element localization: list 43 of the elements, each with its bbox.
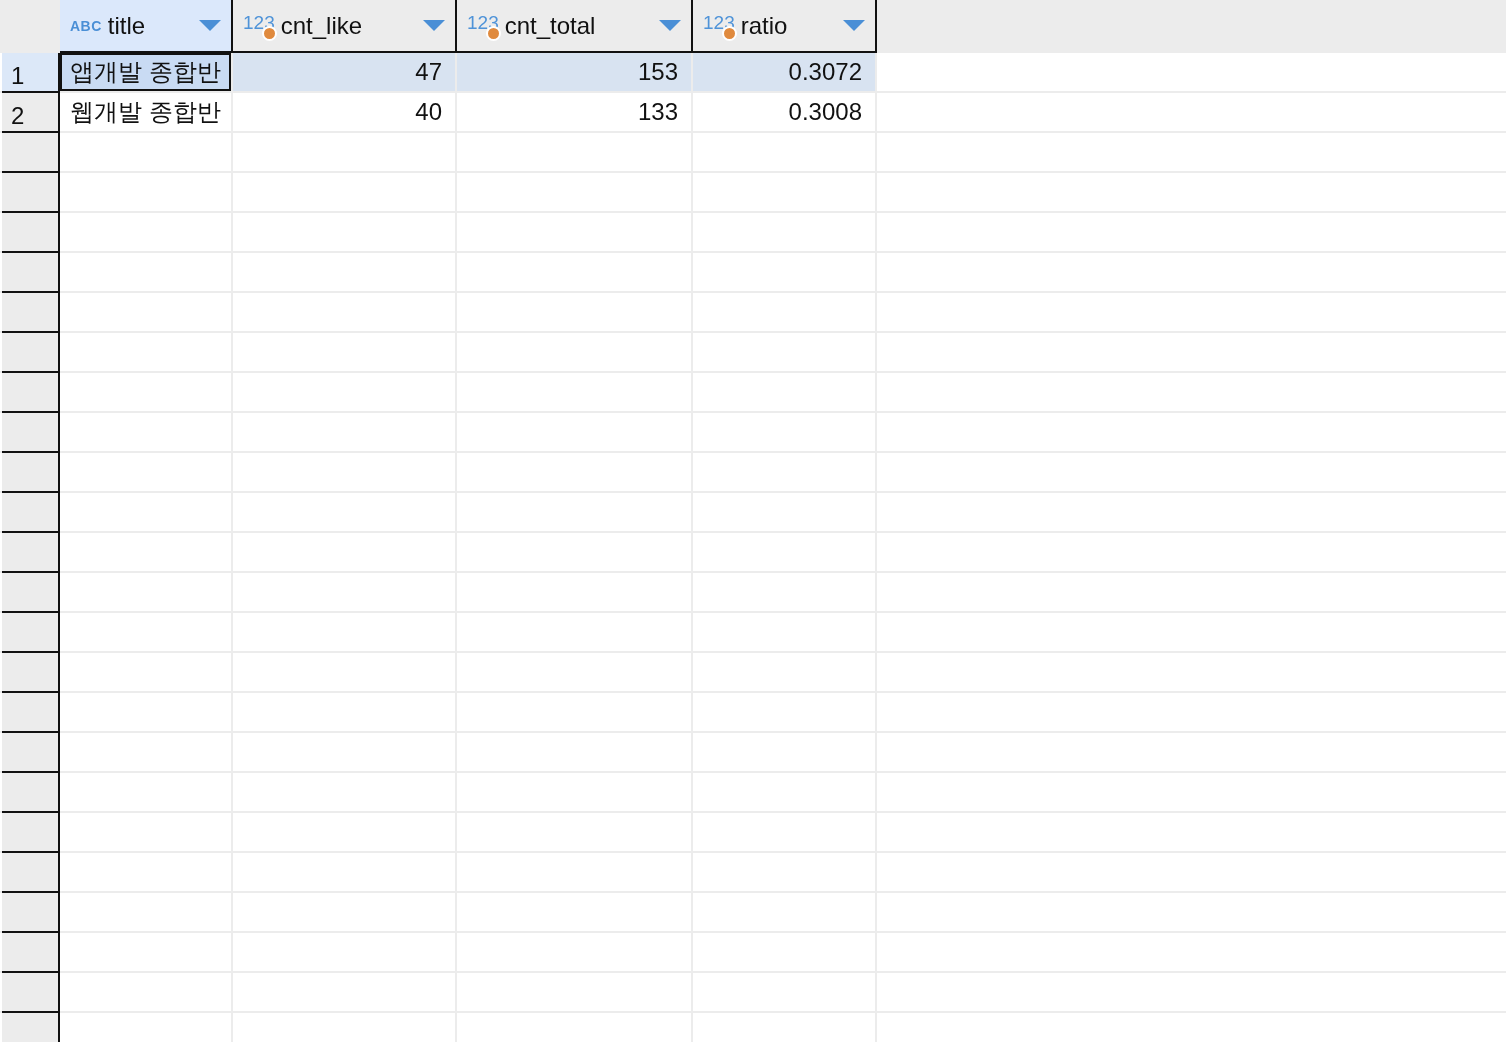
row-header	[2, 973, 60, 1013]
row-header[interactable]: 2	[2, 93, 60, 133]
caret-icon[interactable]	[659, 20, 681, 31]
row-header	[2, 573, 60, 613]
row-header	[2, 133, 60, 173]
row-header[interactable]: 1	[2, 53, 60, 93]
row-header	[2, 693, 60, 733]
row-header	[2, 733, 60, 773]
type-label: ABC	[70, 18, 102, 33]
row-header	[2, 533, 60, 573]
row-header	[2, 813, 60, 853]
row-header	[2, 853, 60, 893]
table-cell[interactable]: 앱개발 종합반	[60, 53, 233, 93]
table-cell[interactable]: 0.3008	[693, 93, 877, 133]
table-cell[interactable]: 웹개발 종합반	[60, 93, 233, 133]
row-header	[2, 253, 60, 293]
table-cell[interactable]: 40	[233, 93, 457, 133]
row-header	[2, 413, 60, 453]
row-header	[2, 453, 60, 493]
table-cell[interactable]: 47	[233, 53, 457, 93]
row-header	[2, 333, 60, 373]
caret-icon[interactable]	[423, 20, 445, 31]
column-header[interactable]: ABC title	[60, 0, 233, 53]
row-header	[2, 773, 60, 813]
table-cell[interactable]: 133	[457, 93, 693, 133]
column-title: title	[107, 11, 146, 40]
row-header	[2, 213, 60, 253]
row-header	[2, 933, 60, 973]
table-cell[interactable]: 153	[457, 53, 693, 93]
row-header	[2, 293, 60, 333]
row-header	[2, 893, 60, 933]
column-title: cnt_total	[504, 11, 596, 40]
row-header	[2, 653, 60, 693]
row-header	[2, 1013, 60, 1042]
table-cell[interactable]: 0.3072	[693, 53, 877, 93]
row-header	[2, 373, 60, 413]
column-title: cnt_like	[280, 11, 363, 40]
row-header	[2, 173, 60, 213]
caret-icon[interactable]	[199, 20, 221, 31]
column-title: ratio	[740, 11, 788, 40]
row-header	[2, 613, 60, 653]
caret-icon[interactable]	[843, 20, 865, 31]
row-header	[2, 493, 60, 533]
